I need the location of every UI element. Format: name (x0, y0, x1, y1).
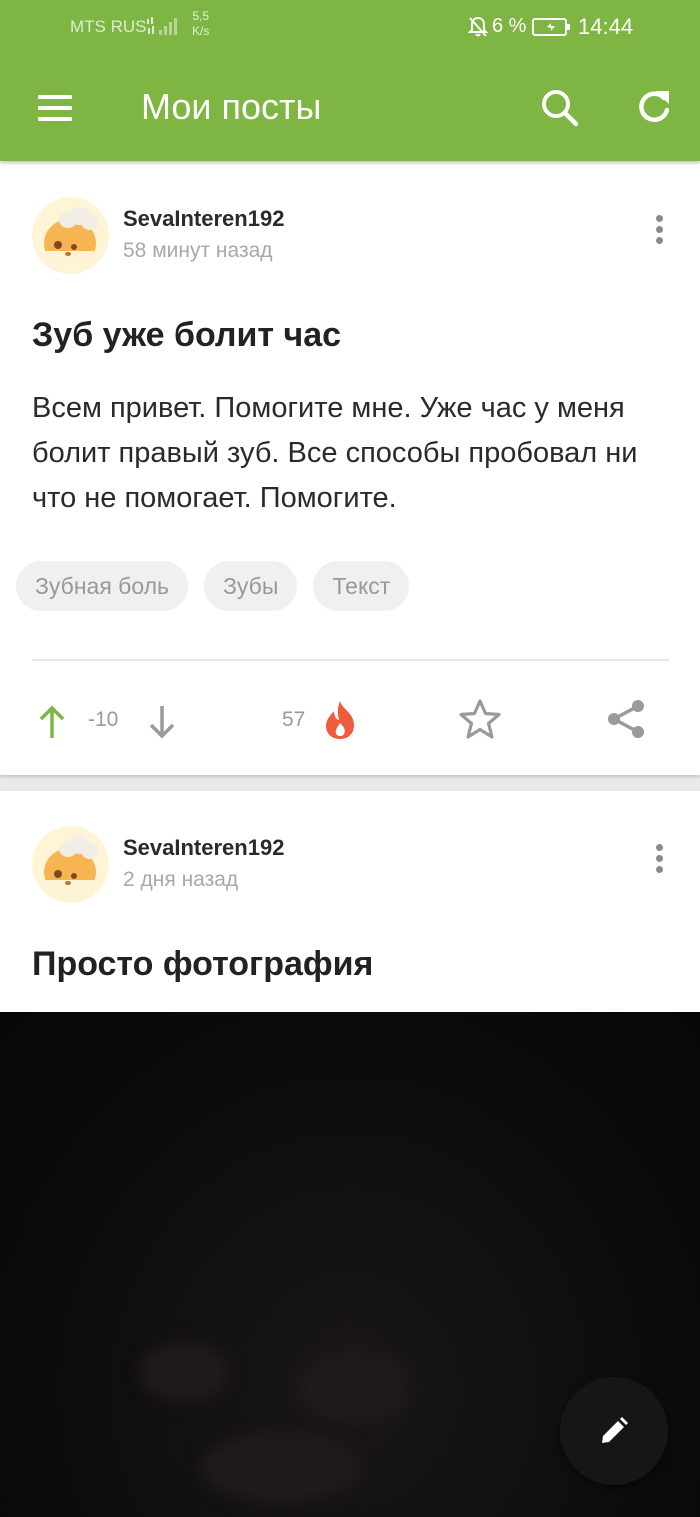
post-time: 58 минут назад (123, 239, 273, 262)
chef-avatar-icon (44, 836, 99, 900)
comments-count[interactable]: 57 (282, 708, 305, 732)
network-speed: 5,5 K/s (192, 9, 209, 39)
app-bar: MTS RUS 5,5 K/s 6 % 14:44 Мои посты (0, 0, 700, 161)
tag-list: Зубная боль Зубы Текст (16, 561, 410, 611)
more-options-button[interactable] (650, 215, 668, 249)
share-icon (608, 700, 644, 738)
clock: 14:44 (578, 14, 634, 39)
rating-value: -10 (88, 708, 119, 731)
battery-percent: 6 % (492, 15, 527, 37)
search-button[interactable] (540, 88, 580, 133)
divider (32, 659, 669, 661)
comments-button[interactable] (322, 699, 358, 746)
avatar[interactable] (32, 197, 109, 274)
post-time: 2 дня назад (123, 868, 239, 891)
refresh-icon (639, 91, 670, 122)
signal-icon (147, 16, 181, 43)
upvote-button[interactable] (38, 704, 66, 745)
post-card: SevaInteren192 58 минут назад Зуб уже бо… (0, 161, 700, 775)
arrow-up-icon (39, 705, 65, 738)
page-title: Мои посты (141, 86, 322, 127)
bell-off-icon (467, 16, 489, 43)
battery-icon (532, 17, 572, 42)
more-vert-icon (650, 215, 668, 244)
chef-avatar-icon (44, 207, 99, 271)
photo-shadow (140, 1342, 230, 1402)
photo-shadow (200, 1432, 360, 1502)
post-title[interactable]: Просто фотография (32, 945, 373, 984)
avatar[interactable] (32, 826, 109, 903)
new-post-button[interactable] (560, 1377, 668, 1485)
speed-unit: K/s (192, 24, 210, 38)
more-vert-icon (650, 844, 668, 873)
carrier-name: MTS RUS (70, 17, 147, 36)
post-body: Всем привет. Помогите мне. Уже час у мен… (32, 392, 638, 514)
pencil-icon (602, 1417, 628, 1443)
favorite-button[interactable] (458, 698, 502, 745)
tag-chip[interactable]: Текст (313, 561, 410, 611)
star-icon (459, 699, 501, 739)
downvote-button[interactable] (148, 704, 176, 745)
fire-icon (326, 701, 354, 739)
author-name[interactable]: SevaInteren192 (123, 206, 284, 232)
share-button[interactable] (606, 698, 646, 745)
menu-icon (38, 95, 72, 121)
author-name[interactable]: SevaInteren192 (123, 835, 284, 861)
menu-button[interactable] (38, 95, 72, 121)
more-options-button[interactable] (650, 844, 668, 878)
search-icon (542, 90, 579, 127)
tag-chip[interactable]: Зубная боль (16, 561, 189, 611)
arrow-down-icon (149, 706, 175, 739)
post-title[interactable]: Зуб уже болит час (32, 316, 341, 355)
tag-chip[interactable]: Зубы (204, 561, 298, 611)
refresh-button[interactable] (636, 88, 672, 131)
status-bar: MTS RUS 5,5 K/s 6 % 14:44 (0, 0, 700, 54)
speed-value: 5,5 (192, 9, 210, 23)
photo-shadow (300, 1352, 410, 1422)
